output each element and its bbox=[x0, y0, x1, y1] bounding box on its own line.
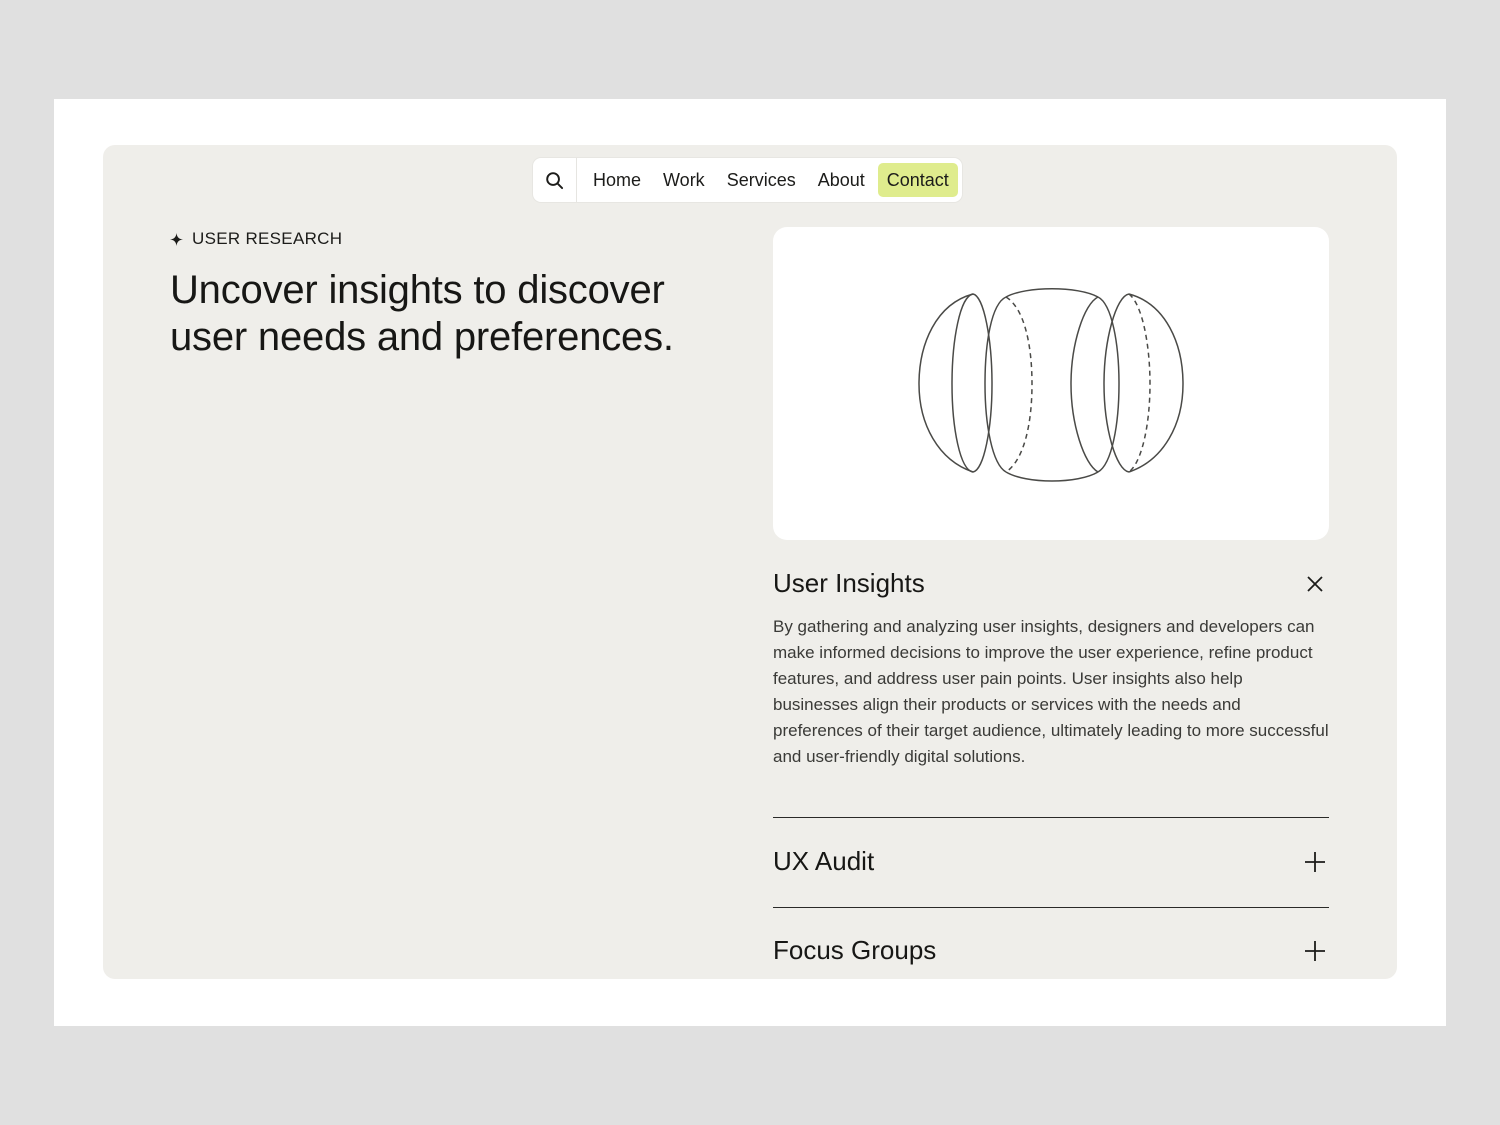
plus-icon bbox=[1305, 851, 1325, 872]
accordion-title: Focus Groups bbox=[773, 935, 937, 965]
close-button[interactable] bbox=[1303, 572, 1327, 596]
divider bbox=[773, 817, 1329, 818]
page-headline: Uncover insights to discover user needs … bbox=[170, 268, 674, 359]
nav-item-home[interactable]: Home bbox=[582, 163, 652, 197]
eyebrow-label: USER RESEARCH bbox=[192, 229, 343, 248]
divider bbox=[773, 907, 1329, 908]
search-button[interactable] bbox=[533, 158, 577, 202]
accordion-header-ux-audit[interactable]: UX Audit bbox=[773, 846, 1329, 877]
nav-item-services[interactable]: Services bbox=[716, 163, 807, 197]
accordion-item-user-insights: User Insights By gathering and analyzing… bbox=[773, 568, 1329, 770]
accordion-title: UX Audit bbox=[773, 846, 875, 876]
expand-button[interactable] bbox=[1303, 939, 1327, 963]
accordion-item-focus-groups: Focus Groups bbox=[773, 935, 1329, 966]
segmented-sphere-illustration bbox=[918, 288, 1184, 482]
top-navigation: Home Work Services About Contact bbox=[533, 158, 962, 202]
accordion-header-user-insights[interactable]: User Insights bbox=[773, 568, 1329, 599]
nav-item-work[interactable]: Work bbox=[652, 163, 716, 197]
sparkle-icon bbox=[170, 232, 183, 246]
expand-button[interactable] bbox=[1303, 850, 1327, 874]
accordion-body: By gathering and analyzing user insights… bbox=[773, 617, 1329, 766]
illustration-card bbox=[773, 227, 1329, 540]
page-frame: Home Work Services About Contact USER RE… bbox=[54, 99, 1446, 1026]
hero-panel: Home Work Services About Contact USER RE… bbox=[103, 145, 1397, 979]
search-icon bbox=[546, 171, 564, 189]
close-icon bbox=[1307, 575, 1323, 592]
section-eyebrow: USER RESEARCH bbox=[170, 229, 342, 249]
plus-icon bbox=[1305, 940, 1325, 961]
nav-item-contact[interactable]: Contact bbox=[877, 163, 958, 197]
accordion-header-focus-groups[interactable]: Focus Groups bbox=[773, 935, 1329, 966]
accordion-title: User Insights bbox=[773, 568, 925, 598]
accordion-item-ux-audit: UX Audit bbox=[773, 846, 1329, 877]
nav-item-about[interactable]: About bbox=[807, 163, 876, 197]
